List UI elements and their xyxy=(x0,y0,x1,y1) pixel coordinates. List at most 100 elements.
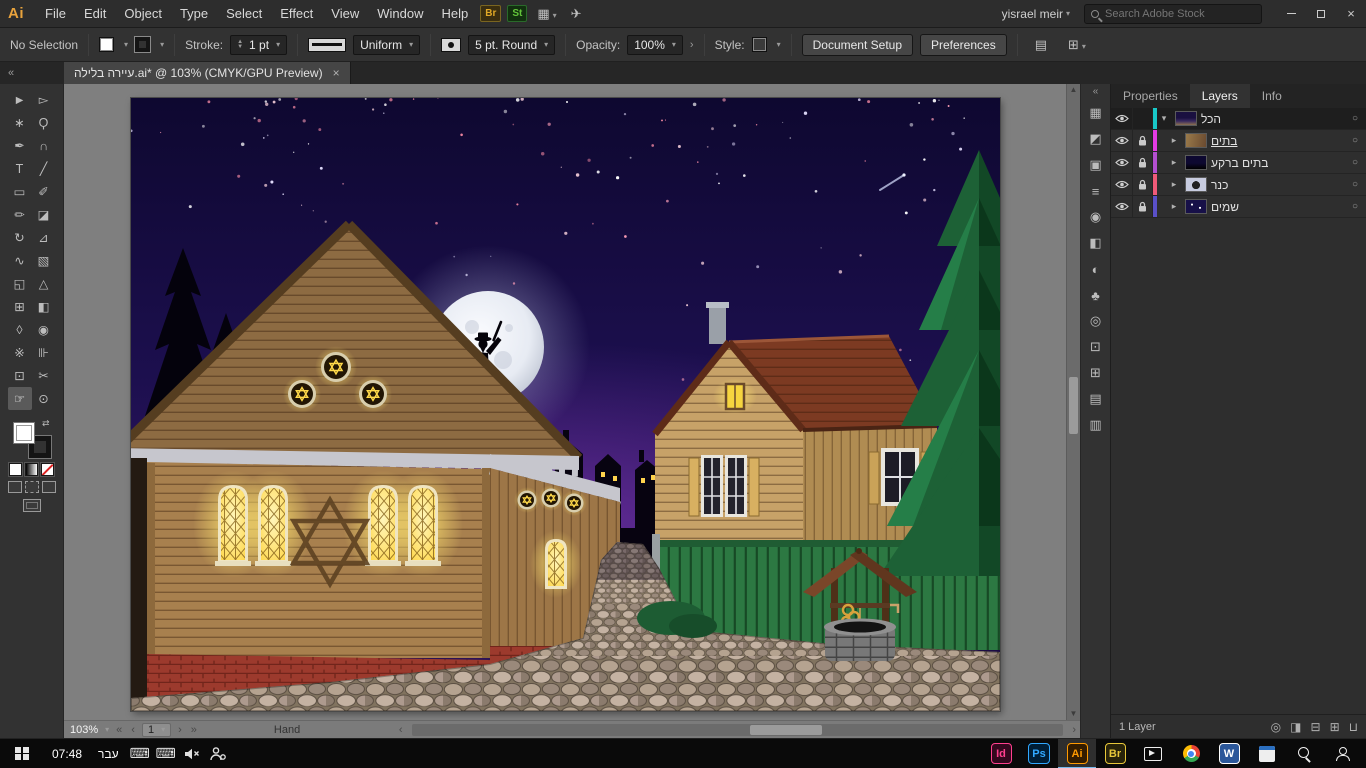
layer-target-icon[interactable]: ○ xyxy=(1344,135,1366,146)
workspace-switcher-icon[interactable]: ⊞▾ xyxy=(1061,37,1093,53)
arrange-documents-icon[interactable]: ▦▾ xyxy=(530,6,563,21)
menu-edit[interactable]: Edit xyxy=(75,0,115,27)
panel-dock-icon[interactable]: ▤ xyxy=(1028,37,1054,53)
tool-eraser[interactable]: ◪ xyxy=(32,203,56,226)
expand-panels-button[interactable]: « xyxy=(1081,86,1110,97)
symbols-panel-icon[interactable]: ♣ xyxy=(1084,283,1108,307)
visibility-toggle-icon[interactable] xyxy=(1111,108,1133,129)
vertical-scrollbar[interactable]: ▲ ▼ xyxy=(1066,84,1080,720)
people-taskbar-button[interactable] xyxy=(1324,739,1362,768)
illustrator-taskbar-button[interactable]: Ai xyxy=(1058,739,1096,768)
tool-pen[interactable]: ✒ xyxy=(8,134,32,157)
tool-pencil[interactable]: ✏ xyxy=(8,203,32,226)
tool-symbol-sprayer[interactable]: ※ xyxy=(8,341,32,364)
swap-fill-stroke-icon[interactable] xyxy=(42,418,50,429)
expand-arrow-icon[interactable]: ▸ xyxy=(1167,179,1181,190)
layer-name[interactable]: בתים ברקע xyxy=(1211,156,1344,170)
tool-eyedropper[interactable]: ◊ xyxy=(8,318,32,341)
document-tab[interactable]: עיירה בלילה.ai* @ 103% (CMYK/GPU Preview… xyxy=(64,62,351,84)
scroll-right-icon[interactable]: › xyxy=(1072,724,1076,736)
visibility-toggle-icon[interactable] xyxy=(1111,196,1133,217)
tool-slice[interactable]: ✂ xyxy=(32,364,56,387)
new-sublayer-icon[interactable]: ⊟ xyxy=(1311,720,1321,734)
menu-type[interactable]: Type xyxy=(171,0,217,27)
fill-color-swatch[interactable] xyxy=(99,37,114,52)
artboard-number-field[interactable]: 1▾ xyxy=(142,723,171,737)
tool-direct-selection[interactable]: ▻ xyxy=(32,88,56,111)
stroke-weight-label[interactable]: Stroke: xyxy=(185,38,223,52)
tab-info[interactable]: Info xyxy=(1250,84,1294,108)
scroll-up-icon[interactable]: ▲ xyxy=(1070,84,1078,96)
tool-lasso[interactable]: Ϙ xyxy=(32,111,56,134)
layer-thumbnail[interactable] xyxy=(1175,111,1197,126)
menu-view[interactable]: View xyxy=(322,0,368,27)
width-profile-dropdown[interactable]: Uniform▾ xyxy=(353,35,420,55)
menu-file[interactable]: File xyxy=(36,0,75,27)
volume-muted-icon[interactable] xyxy=(179,739,205,768)
horizontal-scroll-thumb[interactable] xyxy=(750,725,822,735)
layer-row[interactable]: ▸שמים○ xyxy=(1111,196,1366,218)
illustrator-logo[interactable]: Ai xyxy=(8,5,24,22)
color-panel-icon[interactable]: ▦ xyxy=(1084,101,1108,125)
delete-layer-icon[interactable]: ⊔ xyxy=(1349,720,1358,734)
lock-icon[interactable] xyxy=(1133,130,1153,151)
swatches-panel-icon[interactable]: ▣ xyxy=(1084,153,1108,177)
lock-empty[interactable] xyxy=(1133,108,1153,129)
last-artboard-button[interactable]: » xyxy=(189,724,199,736)
layer-thumbnail[interactable] xyxy=(1185,155,1207,170)
preferences-button[interactable]: Preferences xyxy=(920,34,1007,56)
align-panel-icon[interactable]: ▤ xyxy=(1084,387,1108,411)
tool-selection[interactable]: ► xyxy=(8,88,32,111)
layer-name[interactable]: בתים xyxy=(1211,134,1344,148)
movies-tv-taskbar-button[interactable] xyxy=(1134,739,1172,768)
menu-object[interactable]: Object xyxy=(115,0,171,27)
change-screen-mode-button[interactable] xyxy=(23,499,41,512)
taskbar-clock[interactable]: 07:48 xyxy=(44,747,90,761)
draw-inside-button[interactable] xyxy=(42,481,56,493)
draw-behind-button[interactable] xyxy=(25,481,39,493)
layer-name[interactable]: שמים xyxy=(1211,200,1344,214)
opacity-field[interactable]: 100%▾ xyxy=(627,35,683,55)
pathfinder-panel-icon[interactable]: ⊞ xyxy=(1084,361,1108,385)
draw-normal-button[interactable] xyxy=(8,481,22,493)
collapse-tools-button[interactable]: « xyxy=(0,62,64,84)
bridge-button[interactable]: Br xyxy=(480,5,501,22)
close-button[interactable]: × xyxy=(1336,0,1366,27)
menu-effect[interactable]: Effect xyxy=(271,0,322,27)
canvas-artwork[interactable] xyxy=(131,98,1000,711)
minimize-button[interactable] xyxy=(1276,0,1306,27)
layer-target-icon[interactable]: ○ xyxy=(1344,157,1366,168)
make-clipping-mask-icon[interactable]: ◨ xyxy=(1290,720,1301,734)
zoom-level-dropdown[interactable]: 103%▾ xyxy=(70,724,109,736)
style-label[interactable]: Style: xyxy=(715,38,745,52)
tool-free-transform[interactable]: ▧ xyxy=(32,249,56,272)
account-menu[interactable]: yisrael meir▾ xyxy=(1002,7,1070,21)
expand-arrow-icon[interactable]: ▸ xyxy=(1167,201,1181,212)
tool-blend[interactable]: ◉ xyxy=(32,318,56,341)
tool-artboard[interactable]: ⊡ xyxy=(8,364,32,387)
layer-row[interactable]: ▸בתים ברקע○ xyxy=(1111,152,1366,174)
word-taskbar-button[interactable]: W xyxy=(1210,739,1248,768)
tab-properties[interactable]: Properties xyxy=(1111,84,1190,108)
stroke-panel-icon[interactable]: ≡ xyxy=(1084,179,1108,203)
visibility-toggle-icon[interactable] xyxy=(1111,130,1133,151)
photoshop-taskbar-button[interactable]: Ps xyxy=(1020,739,1058,768)
stock-button[interactable]: St xyxy=(507,5,527,22)
scroll-down-icon[interactable]: ▼ xyxy=(1070,708,1078,720)
vertical-scroll-thumb[interactable] xyxy=(1069,377,1078,434)
appearance-panel-icon[interactable]: ◐ xyxy=(1084,257,1108,281)
tool-shape-builder[interactable]: ◱ xyxy=(8,272,32,295)
layer-thumbnail[interactable] xyxy=(1185,199,1207,214)
color-guide-panel-icon[interactable]: ◩ xyxy=(1084,127,1108,151)
tool-rectangle[interactable]: ▭ xyxy=(8,180,32,203)
gradient-panel-icon[interactable]: ◉ xyxy=(1084,205,1108,229)
opacity-panel-arrow[interactable]: › xyxy=(690,39,694,51)
tool-curvature[interactable]: ∩ xyxy=(32,134,56,157)
tool-scale[interactable]: ⊿ xyxy=(32,226,56,249)
lock-icon[interactable] xyxy=(1133,196,1153,217)
navigator-panel-icon[interactable]: ◎ xyxy=(1084,309,1108,333)
language-indicator[interactable]: עבר xyxy=(90,747,127,761)
stock-search-box[interactable] xyxy=(1084,4,1262,24)
tool-column-graph[interactable]: ⊪ xyxy=(32,341,56,364)
transparency-panel-icon[interactable]: ◧ xyxy=(1084,231,1108,255)
